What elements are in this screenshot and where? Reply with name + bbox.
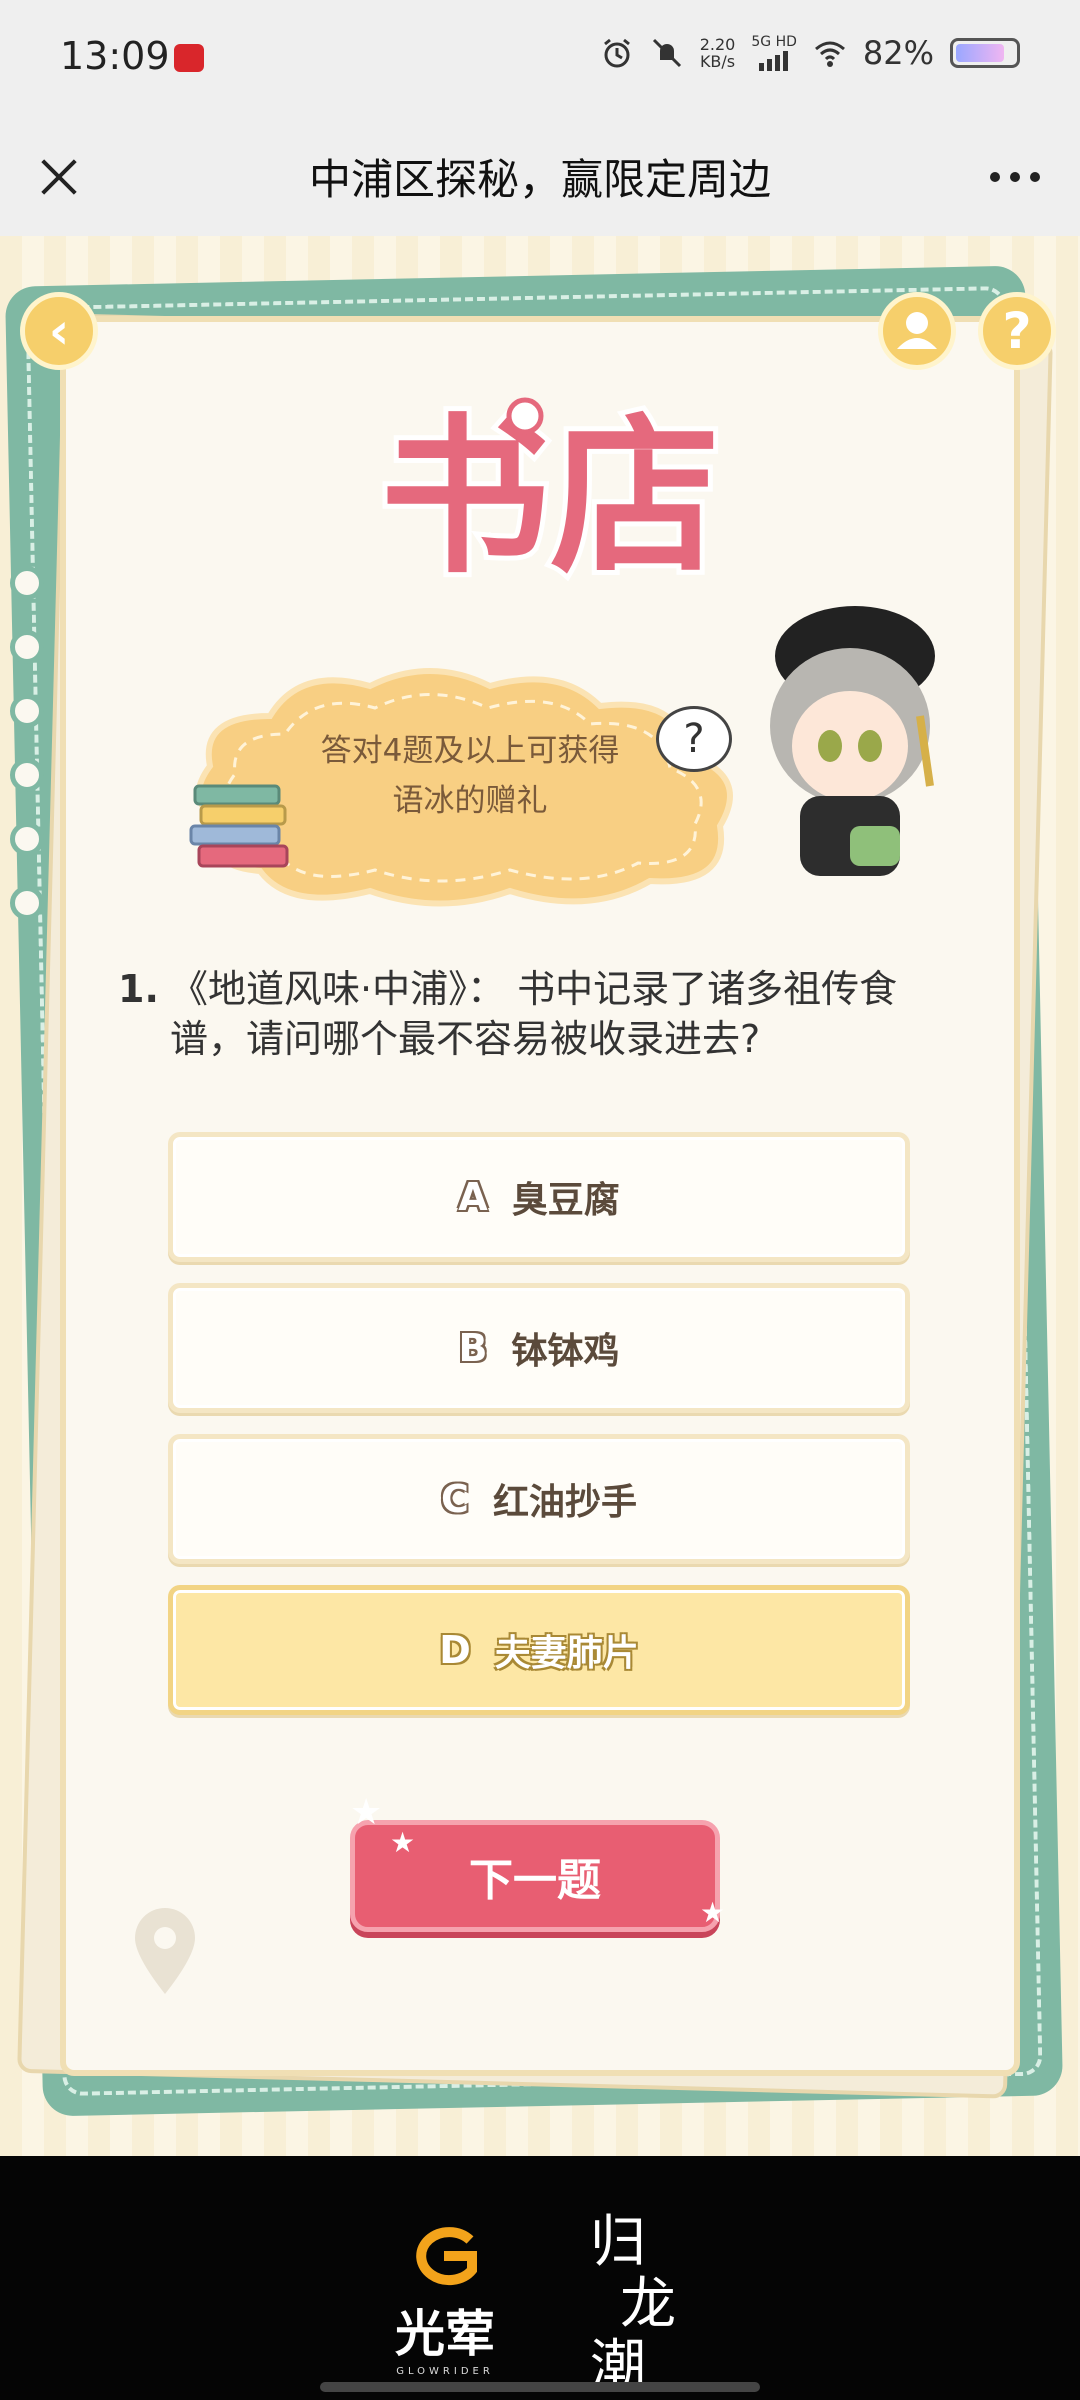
user-icon <box>897 312 937 349</box>
option-label: 夫妻肺片 <box>494 1633 639 1674</box>
profile-button[interactable] <box>878 292 956 370</box>
glowrider-emblem <box>416 2227 477 2286</box>
back-arrow-icon: ‹ <box>48 302 70 360</box>
option-label: 钵钵鸡 <box>511 1331 620 1372</box>
character-avatar <box>770 606 935 876</box>
footer: 光荤 GLOWRIDER 归 龙 潮 <box>0 2156 1080 2400</box>
glowrider-name: 光荤 <box>395 2305 495 2363</box>
option-letter: C <box>441 1477 469 1521</box>
network-speed-unit: KB/s <box>699 52 736 71</box>
reward-text: 答对4题及以上可获得 语冰的赠礼 <box>300 726 640 826</box>
battery-fill <box>956 44 1004 62</box>
star-icon: ★ <box>350 1792 383 1833</box>
option-label: 红油抄手 <box>492 1482 637 1523</box>
title-bar: 中浦区探秘，赢限定周边 <box>0 118 1080 236</box>
option-letter: D <box>439 1628 471 1672</box>
question: 1. 《地道风味·中浦》： 书中记录了诸多祖传食谱，请问哪个最不容易被收录进去? <box>118 964 918 1064</box>
option-d[interactable]: D 夫妻肺片 <box>168 1585 910 1715</box>
question-number: 1. <box>118 967 159 1011</box>
reward-text-line2: 语冰的赠礼 <box>392 783 548 819</box>
guilongchao-line2: 龙 <box>620 2272 676 2337</box>
option-letter: B <box>458 1326 488 1370</box>
help-icon: ? <box>1002 302 1032 360</box>
star-icon: ★ <box>700 1896 726 1929</box>
network-type: 5G HD <box>751 34 797 50</box>
option-letter: A <box>458 1175 488 1219</box>
network-speed: 2.20 KB/s <box>700 36 736 70</box>
help-button[interactable]: ? <box>978 292 1056 370</box>
option-label: 臭豆腐 <box>511 1180 620 1221</box>
guilongchao-line1: 归 <box>590 2210 646 2275</box>
home-indicator[interactable] <box>320 2382 760 2392</box>
app-notification-icon <box>174 44 204 72</box>
battery-icon <box>950 38 1020 68</box>
option-c[interactable]: C 红油抄手 <box>168 1434 910 1564</box>
next-question-label: 下一题 <box>469 1855 601 1906</box>
option-b[interactable]: B 钵钵鸡 <box>168 1283 910 1413</box>
question-text: 《地道风味·中浦》： 书中记录了诸多祖传食谱，请问哪个最不容易被收录进去? <box>170 967 898 1061</box>
bookstore-logo: 书店 <box>375 394 725 602</box>
books-icon <box>189 784 289 868</box>
wifi-icon <box>814 41 845 67</box>
cellular-signal-icon <box>759 51 789 71</box>
back-button[interactable]: ‹ <box>20 292 98 370</box>
network-speed-value: 2.20 <box>699 35 736 54</box>
quiz-game-area: ‹ ? 书店 答对4题及以上可获得 语冰的赠礼 ? 1. 《地道风味·中浦》： … <box>0 236 1080 2156</box>
status-bar: 13:09 2.20 KB/s 5G HD 82% <box>0 0 1080 118</box>
star-icon: ★ <box>390 1826 416 1859</box>
glowrider-subtitle: GLOWRIDER <box>396 2366 494 2377</box>
more-menu-icon[interactable] <box>990 172 1040 182</box>
glowrider-logo: 光荤 GLOWRIDER <box>380 2226 510 2377</box>
alarm-icon <box>603 38 630 68</box>
page-title: 中浦区探秘，赢限定周边 <box>308 155 771 204</box>
reward-text-line1: 答对4题及以上可获得 <box>320 733 620 769</box>
battery-percent: 82% <box>862 34 934 72</box>
notebook-rings <box>10 566 50 950</box>
status-time: 13:09 <box>60 34 170 78</box>
map-pin-icon <box>135 1908 195 1994</box>
question-bubble: ? <box>656 706 732 772</box>
status-icons: 2.20 KB/s 5G HD 82% <box>600 34 1020 72</box>
mute-icon <box>652 38 681 68</box>
guilongchao-logo: 归 龙 潮 <box>590 2212 690 2398</box>
answer-options: A 臭豆腐 B 钵钵鸡 C 红油抄手 D 夫妻肺片 <box>168 1132 910 1736</box>
logo-text: 书店 <box>380 399 720 597</box>
option-a[interactable]: A 臭豆腐 <box>168 1132 910 1262</box>
